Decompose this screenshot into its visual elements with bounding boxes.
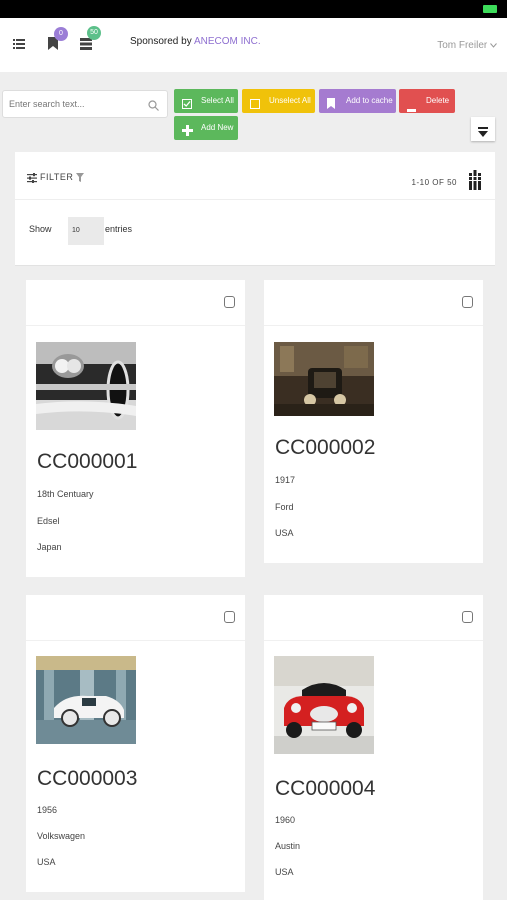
card-divider xyxy=(26,325,245,326)
add-to-cache-label: Add to cache xyxy=(346,96,393,105)
entries-select[interactable]: 10 xyxy=(68,217,104,245)
entries-value: 10 xyxy=(72,227,80,234)
card-country: Japan xyxy=(37,542,62,552)
filter-panel: FILTER 1-10 OF 50 Show 10 entries xyxy=(15,152,495,266)
card-country: USA xyxy=(275,528,294,538)
card-title[interactable]: CC000001 xyxy=(37,450,137,474)
car-card: CC000002 1917 Ford USA xyxy=(264,280,483,563)
sliders-icon xyxy=(27,172,40,183)
card-year: 1917 xyxy=(275,475,296,485)
search-box xyxy=(2,90,168,118)
sponsor-text: Sponsored by ANECOM INC. xyxy=(130,36,261,47)
status-bar xyxy=(0,0,507,18)
select-all-button[interactable]: Select All xyxy=(174,89,238,113)
bookmark-count-badge: 0 xyxy=(54,27,68,41)
card-divider xyxy=(264,325,483,326)
search-input[interactable] xyxy=(3,91,139,117)
checkbox-empty-icon xyxy=(250,95,260,119)
app-header: 0 50 Sponsored by ANECOM INC. Tom Freile… xyxy=(0,18,507,72)
bookmark-icon xyxy=(327,95,335,119)
delete-button[interactable]: Delete xyxy=(399,89,455,113)
filter-label: FILTER xyxy=(40,172,74,182)
dropdown-button[interactable] xyxy=(471,117,495,141)
chevron-down-icon xyxy=(490,40,497,51)
add-new-button[interactable]: Add New xyxy=(174,116,238,140)
select-checkbox[interactable] xyxy=(224,611,235,623)
funnel-icon xyxy=(76,172,85,183)
card-title[interactable]: CC000002 xyxy=(275,436,375,460)
search-icon[interactable] xyxy=(148,98,159,116)
select-all-label: Select All xyxy=(201,96,234,105)
vintage-ford-photo xyxy=(274,342,374,416)
panel-divider xyxy=(15,199,495,200)
list-count-badge: 50 xyxy=(87,26,101,40)
car-card: CC000001 18th Centuary Edsel Japan xyxy=(26,280,245,577)
car-card: CC000003 1956 Volkswagen USA xyxy=(26,595,245,892)
filter-toggle[interactable]: FILTER xyxy=(27,172,85,183)
edsel-grille-photo xyxy=(36,342,136,430)
card-year: 1960 xyxy=(275,815,296,825)
delete-label: Delete xyxy=(426,96,450,105)
unselect-all-label: Unselect All xyxy=(269,96,311,105)
card-year: 1956 xyxy=(37,805,58,815)
red-austin-roadster-photo xyxy=(274,656,374,754)
minus-icon xyxy=(407,99,416,123)
card-make: Volkswagen xyxy=(37,831,86,841)
card-title[interactable]: CC000003 xyxy=(37,767,137,791)
select-checkbox[interactable] xyxy=(462,296,473,308)
plus-icon xyxy=(182,122,193,146)
card-make: Edsel xyxy=(37,516,60,526)
user-name: Tom Freiler xyxy=(437,40,488,51)
sort-down-icon xyxy=(478,124,488,142)
menu-icon[interactable] xyxy=(13,37,25,55)
card-title[interactable]: CC000004 xyxy=(275,777,375,801)
column-view-icon[interactable] xyxy=(469,170,481,195)
select-checkbox[interactable] xyxy=(224,296,235,308)
card-year: 18th Centuary xyxy=(37,489,94,499)
pagination-range: 1-10 OF 50 xyxy=(411,178,457,187)
white-classic-car-photo xyxy=(36,656,136,744)
sponsor-brand[interactable]: ANECOM INC. xyxy=(194,36,261,47)
card-make: Ford xyxy=(275,502,294,512)
sponsor-prefix: Sponsored by xyxy=(130,36,192,47)
card-country: USA xyxy=(37,857,56,867)
add-to-cache-button[interactable]: Add to cache xyxy=(319,89,396,113)
list-icon[interactable] xyxy=(80,37,92,55)
car-card: CC000004 1960 Austin USA xyxy=(264,595,483,900)
toolbar: Select All Unselect All Add to cache Del… xyxy=(0,72,507,147)
card-country: USA xyxy=(275,867,294,877)
battery-icon xyxy=(483,5,497,13)
entries-label: entries xyxy=(105,224,133,234)
unselect-all-button[interactable]: Unselect All xyxy=(242,89,315,113)
show-label: Show xyxy=(29,224,52,234)
card-divider xyxy=(264,640,483,641)
add-new-label: Add New xyxy=(201,123,234,132)
card-make: Austin xyxy=(275,841,301,851)
card-divider xyxy=(26,640,245,641)
user-menu[interactable]: Tom Freiler xyxy=(437,40,497,51)
select-checkbox[interactable] xyxy=(462,611,473,623)
